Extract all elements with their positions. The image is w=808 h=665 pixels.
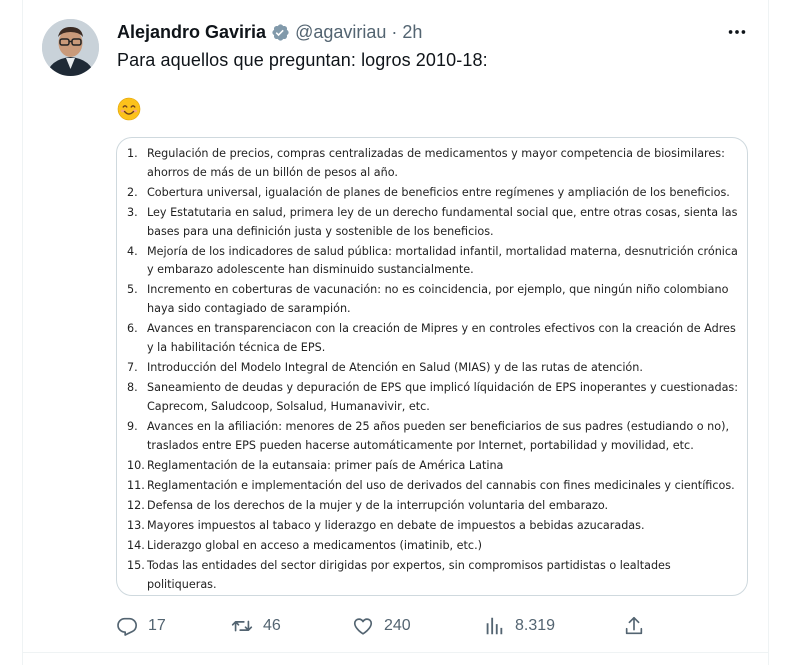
- verified-badge-icon: [271, 23, 290, 42]
- share-button[interactable]: [623, 612, 645, 640]
- list-item-text: Introducción del Modelo Integral de Aten…: [147, 361, 643, 375]
- tweet-header: Alejandro Gaviria @agaviriau · 2h: [117, 18, 422, 46]
- list-item: 3. Ley Estatutaria en salud, primera ley …: [127, 204, 742, 241]
- like-count: 240: [384, 617, 411, 634]
- list-item-number: 12.: [127, 498, 145, 512]
- list-item-number: 15.: [127, 559, 145, 573]
- tweet-divider: [22, 652, 769, 653]
- attached-image[interactable]: 1. Regulación de precios, compras central…: [116, 137, 748, 596]
- list-item-number: 13.: [127, 519, 145, 533]
- views-count: 8.319: [515, 617, 556, 634]
- like-button[interactable]: 240: [352, 612, 411, 640]
- tweet-timestamp[interactable]: 2h: [402, 22, 422, 43]
- separator-dot: ·: [391, 21, 398, 42]
- more-dots-icon: [728, 30, 746, 34]
- list-item: 4. Mejoría de los indicadores de salud pú…: [127, 243, 742, 280]
- list-item-text: Defensa de los derechos de la mujer y de…: [147, 498, 609, 512]
- reply-icon: [117, 617, 137, 636]
- list-item: 6. Avances en transparenciacon con la cr…: [127, 320, 742, 357]
- list-item-text: Avances en la afiliación: menores de 25 …: [147, 419, 729, 452]
- tweet-actions: 17 46 240 8.319: [116, 612, 656, 640]
- retweet-count: 46: [263, 617, 281, 634]
- list-item-number: 5.: [127, 283, 138, 297]
- timeline-border-right: [768, 0, 769, 665]
- list-item-text: Ley Estatutaria en salud, primera ley de…: [147, 205, 738, 238]
- list-item: 8. Saneamiento de deudas y depuración de …: [127, 379, 742, 416]
- list-item: 1. Regulación de precios, compras central…: [127, 145, 742, 182]
- list-item: 9. Avances en la afiliación: menores de 2…: [127, 418, 742, 455]
- list-item-number: 7.: [127, 361, 138, 375]
- list-item: 10. Reglamentación de la eutansaia: prime…: [127, 457, 742, 476]
- avatar-image: [42, 19, 99, 76]
- list-item: 2. Cobertura universal, igualación de pla…: [127, 184, 742, 203]
- achievements-list: 1. Regulación de precios, compras central…: [127, 145, 742, 595]
- list-item-number: 8.: [127, 381, 138, 395]
- list-item: 14. Liderazgo global en acceso a medicame…: [127, 537, 742, 556]
- more-options-button[interactable]: [722, 20, 752, 44]
- list-item-text: Incremento en coberturas de vacunación: …: [147, 283, 729, 316]
- timeline-border-left: [22, 0, 23, 665]
- list-item: 11. Reglamentación e implementación del u…: [127, 477, 742, 496]
- list-item-number: 14.: [127, 539, 145, 553]
- share-icon: [625, 616, 643, 635]
- author-handle[interactable]: @agaviriau: [295, 22, 386, 43]
- reply-button[interactable]: 17: [116, 612, 166, 640]
- list-item-number: 4.: [127, 244, 138, 258]
- list-item-number: 2.: [127, 185, 138, 199]
- views-chart-icon: [486, 617, 503, 635]
- list-item: 15. Todas las entidades del sector dirigi…: [127, 557, 742, 594]
- tweet-text: Para aquellos que preguntan: logros 2010…: [117, 50, 488, 70]
- list-item: 5. Incremento en coberturas de vacunación…: [127, 281, 742, 318]
- heart-icon: [353, 618, 373, 635]
- list-item-number: 9.: [127, 419, 138, 433]
- list-item-number: 6.: [127, 322, 138, 336]
- views-button[interactable]: 8.319: [483, 612, 555, 640]
- list-item-number: 11.: [127, 478, 145, 492]
- list-item-text: Reglamentación e implementación del uso …: [147, 478, 735, 492]
- list-item-text: Regulación de precios, compras centraliz…: [147, 147, 725, 179]
- list-item-text: Avances en transparenciacon con la creac…: [147, 322, 736, 354]
- retweet-button[interactable]: 46: [231, 612, 281, 640]
- list-item-number: 1.: [127, 147, 138, 160]
- list-item: 13. Mayores impuestos al tabaco y lideraz…: [127, 517, 742, 536]
- list-item-text: Reglamentación de la eutansaia: primer p…: [147, 458, 504, 472]
- list-item-text: Mejoría de los indicadores de salud públ…: [147, 244, 738, 277]
- list-item-text: Cobertura universal, igualación de plane…: [147, 185, 730, 199]
- list-item: 12. Defensa de los derechos de la mujer y…: [127, 497, 742, 516]
- list-item-text: Saneamiento de deudas y depuración de EP…: [147, 381, 739, 413]
- author-name[interactable]: Alejandro Gaviria: [117, 22, 266, 43]
- list-item-text: Todas las entidades del sector dirigidas…: [147, 559, 671, 591]
- list-item: 7. Introducción del Modelo Integral de At…: [127, 359, 742, 378]
- retweet-icon: [231, 620, 253, 632]
- reply-count: 17: [148, 617, 166, 634]
- smiling-face-emoji-icon: [117, 97, 141, 121]
- list-item-number: 3.: [127, 205, 138, 219]
- list-item-number: 10.: [127, 458, 145, 472]
- list-item-text: Liderazgo global en acceso a medicamento…: [147, 539, 483, 553]
- list-item-text: Mayores impuestos al tabaco y liderazgo …: [147, 519, 645, 533]
- avatar[interactable]: [42, 19, 99, 76]
